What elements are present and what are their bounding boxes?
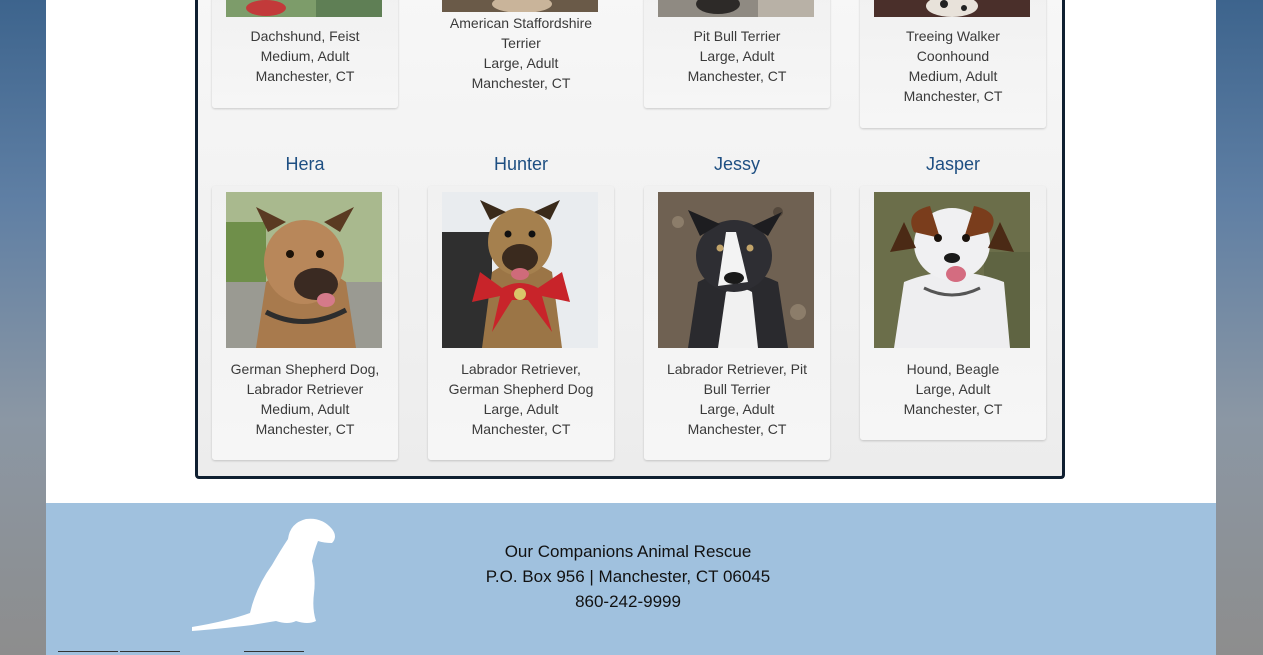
pet-size-age: Large, Adult [699,401,775,417]
sitting-dog-silhouette-icon [188,517,338,631]
pet-card[interactable]: Pit Bull Terrier Large, Adult Manchester… [644,0,830,108]
pet-breed: Bull Terrier [703,381,771,397]
pet-location: Manchester, CT [687,68,787,84]
pet-breed: Treeing Walker [906,28,1000,44]
pet-breed: Labrador Retriever, [461,361,581,377]
pet-breed: German Shepherd Dog, [230,361,380,377]
pet-info: Labrador Retriever, Pit Bull Terrier Lar… [644,359,830,439]
pet-photo[interactable] [658,192,814,348]
pet-breed: Pit Bull Terrier [693,28,781,44]
pet-location: Manchester, CT [255,421,355,437]
org-name: Our Companions Animal Rescue [504,542,752,561]
pet-photo[interactable] [442,192,598,348]
footer-contact: Our Companions Animal Rescue P.O. Box 95… [436,539,820,614]
pet-location: Manchester, CT [687,421,787,437]
pet-breed: Labrador Retriever, Pit [666,361,808,377]
pet-size-age: Large, Adult [483,401,559,417]
pet-photo[interactable] [226,192,382,348]
pet-size-age: Medium, Adult [908,68,998,84]
pet-breed: Labrador Retriever [246,381,364,397]
org-phone[interactable]: 860-242-9999 [436,589,820,614]
pet-info: American Staffordshire Terrier Large, Ad… [428,13,614,93]
pet-photo[interactable] [226,0,382,17]
pet-info: German Shepherd Dog, Labrador Retriever … [212,359,398,439]
pet-photo[interactable] [874,0,1030,17]
pet-info: Labrador Retriever, German Shepherd Dog … [428,359,614,439]
pet-info: Pit Bull Terrier Large, Adult Manchester… [644,26,830,86]
pet-name-link[interactable]: Jessy [644,154,830,175]
pet-location: Manchester, CT [903,401,1003,417]
org-address: P.O. Box 956 | Manchester, CT 06045 [485,567,771,586]
pet-card-hera[interactable]: Hera German Shepherd Dog, Labrador Retri… [212,154,398,460]
pet-photo[interactable] [658,0,814,17]
pet-info: Hound, Beagle Large, Adult Manchester, C… [860,359,1046,419]
pet-name-link[interactable]: Jasper [860,154,1046,175]
pet-size-age: Large, Adult [483,55,559,71]
pet-breed: Coonhound [916,48,990,64]
pet-photo[interactable] [874,192,1030,348]
pet-location: Manchester, CT [471,421,571,437]
pet-listing-panel: Dachshund, Feist Medium, Adult Mancheste… [195,0,1065,479]
pet-location: Manchester, CT [255,68,355,84]
pet-location: Manchester, CT [471,75,571,91]
pet-card[interactable]: Dachshund, Feist Medium, Adult Mancheste… [212,0,398,108]
pet-info: Treeing Walker Coonhound Medium, Adult M… [860,26,1046,106]
pet-name-link[interactable]: Hunter [428,154,614,175]
pet-size-age: Large, Adult [915,381,991,397]
pet-breed: German Shepherd Dog [448,381,594,397]
pet-breed: Dachshund, Feist [250,28,360,44]
pet-breed: American Staffordshire [449,15,593,31]
pet-card-jasper[interactable]: Jasper Hound, Beagle Large, Adult Manche… [860,154,1046,440]
pet-size-age: Medium, Adult [260,48,350,64]
pet-card-jessy[interactable]: Jessy Labrador Retriever, Pit Bull Terri… [644,154,830,460]
pet-breed: Terrier [501,35,541,51]
pet-card[interactable]: American Staffordshire Terrier Large, Ad… [428,0,614,108]
pet-photo[interactable] [442,0,598,12]
pet-name-link[interactable]: Hera [212,154,398,175]
pet-breed: Hound, Beagle [906,361,1000,377]
site-footer: Our Companions Animal Rescue P.O. Box 95… [46,503,1216,655]
pet-location: Manchester, CT [903,88,1003,104]
pet-card[interactable]: Treeing Walker Coonhound Medium, Adult M… [860,0,1046,128]
pet-info: Dachshund, Feist Medium, Adult Mancheste… [212,26,398,86]
bottom-edge [0,651,1263,655]
pet-size-age: Large, Adult [699,48,775,64]
pet-size-age: Medium, Adult [260,401,350,417]
pet-card-hunter[interactable]: Hunter Labrador Retriever, German Shephe… [428,154,614,460]
